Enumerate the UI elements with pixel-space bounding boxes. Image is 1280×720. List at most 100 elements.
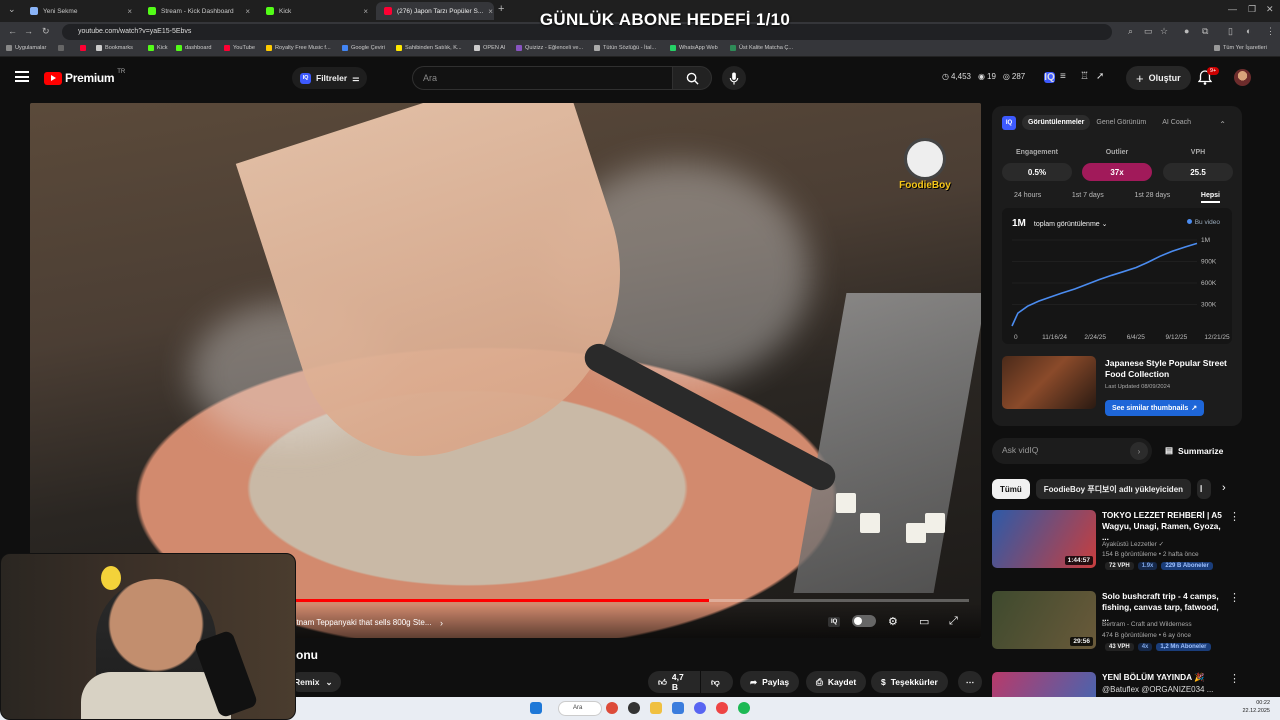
stat-3: ◎ 287	[1002, 72, 1026, 81]
bookmark-item[interactable]: Uygulamalar	[6, 45, 46, 51]
all-bookmarks[interactable]: Tüm Yer İşaretleri	[1214, 45, 1267, 51]
chip-related[interactable]: İ	[1197, 479, 1212, 499]
tab-views[interactable]: Görüntülenmeler	[1022, 115, 1091, 130]
list-icon[interactable]: ≡	[1060, 71, 1066, 82]
send-arrow-icon[interactable]: ›	[1130, 442, 1148, 460]
search-input[interactable]: Ara	[412, 66, 672, 90]
bookmark-item[interactable]: YouTube	[224, 45, 255, 51]
theater-mode-icon[interactable]: ▭	[919, 615, 929, 628]
more-actions-button[interactable]: ⋯	[958, 671, 982, 693]
bookmark-item[interactable]: Bookmarks	[96, 45, 133, 51]
discord-app-icon[interactable]	[694, 702, 706, 714]
youtube-premium-logo[interactable]: Premium TR	[44, 69, 125, 85]
rec-thumbnail[interactable]: 1:44:57	[992, 510, 1096, 568]
spotify-app-icon[interactable]	[738, 702, 750, 714]
explorer-app-icon[interactable]	[650, 702, 662, 714]
range-all[interactable]: Hepsi	[1200, 192, 1220, 203]
cube-decor	[906, 523, 926, 543]
thumbnail-image[interactable]	[1002, 356, 1096, 409]
tab-ai-coach[interactable]: AI Coach	[1162, 119, 1191, 126]
like-button[interactable]: 👍︎ 4,7 B	[648, 671, 700, 693]
create-button[interactable]: + Oluştur	[1126, 66, 1191, 90]
account-avatar[interactable]	[1234, 69, 1251, 86]
bookmark-item[interactable]: Kick	[148, 45, 168, 51]
bookmark-item[interactable]: Sahibinden Satılık, K...	[396, 45, 462, 51]
channel-watermark[interactable]: FoodieBoy	[894, 138, 956, 208]
recommended-video[interactable]: 1:44:57 TOKYO LEZZET REHBERİ | A5 Wagyu,…	[992, 510, 1242, 572]
rec-thumbnail[interactable]: 29:56	[992, 591, 1096, 649]
bookmark-item[interactable]: dashboard	[176, 45, 211, 51]
views-line-chart: 300K 600K 900K 1M 0 11/16/24 2/24/25 6/4/25 9/12…	[1011, 237, 1230, 341]
rec-channel[interactable]: Ayaküstü Lezzetler ✓	[1102, 540, 1164, 548]
recommended-video[interactable]: 29:56 Solo bushcraft trip - 4 camps, fis…	[992, 591, 1242, 653]
dislike-button[interactable]: 👎︎	[701, 671, 733, 693]
voice-search-button[interactable]	[722, 66, 746, 90]
windows-start-icon[interactable]	[530, 702, 542, 714]
more-vertical-icon[interactable]: ⋮	[1229, 591, 1240, 604]
summarize-button[interactable]: ▤ Summarize	[1165, 445, 1223, 456]
chrome-app-icon[interactable]	[606, 702, 618, 714]
bookmark-item[interactable]: Tütün Sözlüğü - İtal...	[594, 45, 656, 51]
bookmarks-bar: Uygulamalar Bookmarks Kick dashboard You…	[0, 42, 1280, 57]
thanks-label: Teşekkürler	[890, 677, 938, 687]
thanks-button[interactable]: $ Teşekkürler	[871, 671, 948, 693]
range-7d[interactable]: 1st 7 days	[1072, 192, 1104, 203]
autoplay-toggle[interactable]	[852, 615, 876, 627]
rec-thumbnail[interactable]	[992, 672, 1096, 697]
bookmark-item[interactable]: Google Çeviri	[342, 45, 385, 51]
remix-button[interactable]: Remix ⌄	[290, 672, 341, 692]
fullscreen-icon[interactable]: ⤢	[949, 615, 958, 628]
bookmark-item[interactable]: WhatsApp Web	[670, 45, 718, 51]
youtube-play-icon	[44, 71, 62, 85]
search-button[interactable]	[672, 66, 712, 90]
rec-channel[interactable]: @Batuflex @ORGANIZE034 ...	[1102, 685, 1213, 694]
bookmark-item[interactable]: Üst Kalite Matcha Ç...	[730, 45, 793, 51]
range-24h[interactable]: 24 hours	[1014, 192, 1041, 203]
ask-placeholder: Ask vidIQ	[1002, 445, 1039, 455]
chapter-chevron-icon[interactable]: ›	[440, 618, 443, 628]
vidiq-icon[interactable]: IQ	[1044, 72, 1055, 83]
bookmark-item[interactable]: Quizizz - Eğlenceli ve...	[516, 45, 583, 51]
bookmark-item[interactable]: OPEN AI	[474, 45, 505, 51]
settings-gear-icon[interactable]: ⚙	[888, 615, 898, 628]
vidiq-player-icon[interactable]: IQ	[828, 617, 841, 627]
translate-icon	[342, 45, 348, 51]
see-similar-thumbnails-button[interactable]: See similar thumbnails ↗	[1105, 400, 1205, 416]
vidiq-logo-icon: IQ	[300, 72, 311, 84]
ask-vidiq-input[interactable]: Ask vidIQ ›	[992, 438, 1152, 464]
bookmark-item[interactable]	[80, 45, 86, 51]
bookmark-item[interactable]: Royalty Free Music f...	[266, 45, 331, 51]
rec-badges: 72 VPH 1.9x 229 B Aboneler	[1105, 562, 1213, 570]
metric-outlier: 37x	[1082, 163, 1152, 181]
app-icon[interactable]	[716, 702, 728, 714]
chip-all[interactable]: Tümü	[992, 479, 1030, 499]
store-app-icon[interactable]	[672, 702, 684, 714]
external-link-icon: ↗	[1191, 405, 1198, 412]
chip-from-uploader[interactable]: FoodieBoy 푸디보이 adlı yükleyiciden	[1035, 479, 1192, 499]
bookmark-item[interactable]	[58, 45, 64, 51]
save-button[interactable]: ⎙ Kaydet	[806, 671, 867, 693]
more-horizontal-icon: ⋯	[965, 676, 975, 687]
sahibinden-icon	[396, 45, 402, 51]
metric-engagement: 0.5%	[1002, 163, 1072, 181]
trophy-icon[interactable]: ♖	[1080, 71, 1089, 82]
tab-overview[interactable]: Genel Görünüm	[1096, 119, 1146, 126]
plus-icon: +	[1136, 70, 1144, 86]
rec-channel[interactable]: Bertram - Craft and Wilderness	[1102, 621, 1192, 628]
chips-next-chevron-icon[interactable]: ›	[1222, 482, 1226, 494]
collapse-chevron-icon[interactable]: ⌃	[1219, 120, 1226, 129]
taskbar-search[interactable]: Ara	[558, 701, 602, 716]
system-clock[interactable]: 00:22 22.12.2025	[1242, 700, 1270, 715]
recommendation-chips: Tümü FoodieBoy 푸디보이 adlı yükleyiciden İ	[992, 479, 1212, 499]
chapter-title[interactable]: etnam Teppanyaki that sells 800g Ste...	[292, 618, 432, 627]
obs-app-icon[interactable]	[628, 702, 640, 714]
menu-icon[interactable]	[15, 71, 29, 82]
recommended-video[interactable]: YENİ BÖLÜM YAYINDA 🎉 @Batuflex @ORGANIZE…	[992, 672, 1242, 697]
share-button[interactable]: ➦ Paylaş	[740, 671, 800, 693]
more-vertical-icon[interactable]: ⋮	[1229, 672, 1240, 685]
vidiq-filters-button[interactable]: IQ Filtreler ⚌	[292, 67, 368, 89]
more-vertical-icon[interactable]: ⋮	[1229, 510, 1240, 523]
watermark-text: FoodieBoy	[899, 180, 951, 191]
range-28d[interactable]: 1st 28 days	[1134, 192, 1170, 203]
rocket-icon[interactable]: ➚	[1096, 71, 1104, 82]
